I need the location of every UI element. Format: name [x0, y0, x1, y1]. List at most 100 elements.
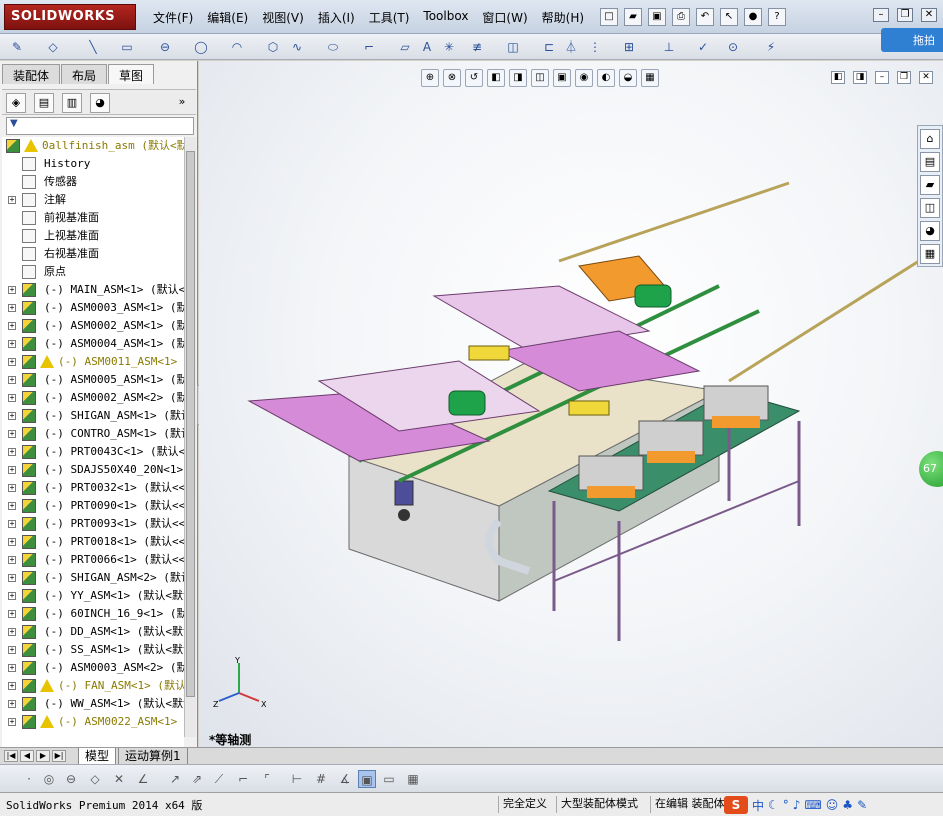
next-tab-icon[interactable]: ▶	[36, 750, 50, 762]
expand-icon[interactable]: +	[8, 304, 16, 312]
table-icon[interactable]: ▦	[404, 770, 422, 788]
view-palette-icon[interactable]: ◫	[920, 198, 940, 218]
rapid-sketch-icon[interactable]: ⚡	[762, 38, 780, 56]
tree-vertical-scrollbar[interactable]	[184, 137, 196, 737]
window-split-icon[interactable]: ▭	[380, 770, 398, 788]
expand-icon[interactable]: +	[8, 484, 16, 492]
tree-item[interactable]: + 注解	[2, 191, 184, 209]
tree-item[interactable]: + (-) ASM0002_ASM<2> (默认	[2, 389, 184, 407]
solidworks-logo[interactable]: SOLIDWORKS	[4, 4, 136, 30]
tree-item[interactable]: + (-) ASM0003_ASM<1> (默认	[2, 299, 184, 317]
print-icon[interactable]: ⎙	[672, 8, 690, 26]
expand-icon[interactable]: +	[8, 520, 16, 528]
tree-item[interactable]: 传感器	[2, 173, 184, 191]
expand-icon[interactable]: +	[8, 358, 16, 366]
cross-icon[interactable]: ✕	[110, 770, 128, 788]
tree-item[interactable]: 原点	[2, 263, 184, 281]
spline-icon[interactable]: ∿	[288, 38, 306, 56]
tree-item[interactable]: + (-) ASM0002_ASM<1> (默认	[2, 317, 184, 335]
menu-window[interactable]: 窗口(W)	[475, 9, 534, 26]
fillet-icon[interactable]: ⌐	[360, 38, 378, 56]
assembly-model[interactable]	[199, 61, 943, 747]
expand-icon[interactable]: +	[8, 718, 16, 726]
previous-tab-icon[interactable]: ◀	[20, 750, 34, 762]
wrench-icon[interactable]: ✎	[857, 798, 867, 812]
undo-icon[interactable]: ↶	[696, 8, 714, 26]
expand-icon[interactable]: +	[8, 628, 16, 636]
bracket-icon[interactable]: ⌜	[258, 770, 276, 788]
polygon-icon[interactable]: ⬡	[264, 38, 282, 56]
extend-icon[interactable]: ⟋	[210, 770, 228, 788]
expand-icon[interactable]: +	[8, 466, 16, 474]
move-icon[interactable]: ↗	[166, 770, 184, 788]
sketch-icon[interactable]: ✎	[8, 38, 26, 56]
design-library-icon[interactable]: ▤	[920, 152, 940, 172]
diamond-icon[interactable]: ◇	[86, 770, 104, 788]
first-tab-icon[interactable]: |◀	[4, 750, 18, 762]
tree-item[interactable]: History	[2, 155, 184, 173]
linear-pattern-icon[interactable]: ⋮	[586, 38, 604, 56]
tab-model[interactable]: 模型	[78, 748, 117, 765]
expand-icon[interactable]: +	[8, 286, 16, 294]
tree-item[interactable]: + (-) MAIN_ASM<1> (默认<默	[2, 281, 184, 299]
punctuation-icon[interactable]: °	[783, 798, 789, 812]
expand-icon[interactable]: +	[8, 592, 16, 600]
quick-snaps-icon[interactable]: ⊙	[724, 38, 742, 56]
tree-item[interactable]: + (-) YY_ASM<1> (默认<默认	[2, 587, 184, 605]
tree-filter-input[interactable]: ▼	[6, 117, 194, 135]
appearances-icon[interactable]: ◕	[920, 221, 940, 241]
offset-entities-icon[interactable]: ⊏	[540, 38, 558, 56]
expand-icon[interactable]: +	[8, 196, 16, 204]
copy-icon[interactable]: ⇗	[188, 770, 206, 788]
tree-item[interactable]: + (-) ASM0022_ASM<1> (	[2, 713, 184, 731]
custom-properties-icon[interactable]: ▦	[920, 244, 940, 264]
expand-icon[interactable]: +	[8, 502, 16, 510]
microphone-icon[interactable]: ♪	[793, 798, 801, 812]
user-icon[interactable]: ☺	[826, 798, 839, 812]
appearance-manager-icon[interactable]: ◕	[90, 93, 110, 113]
expand-icon[interactable]: +	[8, 610, 16, 618]
circle-icon[interactable]: ◯	[192, 38, 210, 56]
expand-icon[interactable]: +	[8, 340, 16, 348]
tab-motion-study[interactable]: 运动算例1	[118, 748, 188, 765]
tree-item[interactable]: + (-) 60INCH_16_9<1> (默认	[2, 605, 184, 623]
graphics-viewport[interactable]: ⊕ ⊗ ↺ ◧ ◨ ◫ ▣ ◉ ◐ ◒ ▦ ◧ ◨ – ❐ ✕ Y X Z *等…	[199, 61, 943, 747]
polygon-icon[interactable]: ⊖	[62, 770, 80, 788]
tab-layout[interactable]: 布局	[61, 64, 108, 84]
slot-icon[interactable]: ⊖	[156, 38, 174, 56]
home-icon[interactable]: ⌂	[920, 129, 940, 149]
corner-icon[interactable]: ⌐	[234, 770, 252, 788]
dimension-icon[interactable]: ⊢	[288, 770, 306, 788]
menu-file[interactable]: 文件(F)	[146, 9, 200, 26]
ime-language[interactable]: 中	[752, 797, 764, 814]
tree-item[interactable]: + (-) PRT0090<1> (默认<<默	[2, 497, 184, 515]
angle-icon[interactable]: ∠	[134, 770, 152, 788]
repair-sketch-icon[interactable]: ✓	[694, 38, 712, 56]
ellipse-icon[interactable]: ⬭	[324, 38, 342, 56]
open-folder-icon[interactable]: ▰	[624, 8, 642, 26]
rebuild-icon[interactable]: ●	[744, 8, 762, 26]
menu-tools[interactable]: 工具(T)	[362, 9, 417, 26]
configuration-manager-icon[interactable]: ▥	[62, 93, 82, 113]
tree-item[interactable]: + (-) PRT0043C<1> (默认<<	[2, 443, 184, 461]
convert-entities-icon[interactable]: ◫	[504, 38, 522, 56]
expand-icon[interactable]: +	[8, 412, 16, 420]
expand-icon[interactable]: +	[8, 574, 16, 582]
menu-insert[interactable]: 插入(I)	[311, 9, 362, 26]
arc-icon[interactable]: ◠	[228, 38, 246, 56]
tree-item[interactable]: + (-) SHIGAN_ASM<1> (默认	[2, 407, 184, 425]
tree-item[interactable]: + (-) CONTRO_ASM<1> (默认	[2, 425, 184, 443]
expand-icon[interactable]: +	[8, 322, 16, 330]
text-icon[interactable]: A	[418, 38, 436, 56]
tree-item[interactable]: 右视基准面	[2, 245, 184, 263]
expand-icon[interactable]: +	[8, 430, 16, 438]
help-icon[interactable]: ?	[768, 8, 786, 26]
expand-icon[interactable]: +	[8, 646, 16, 654]
expand-chevron-icon[interactable]: »	[172, 93, 192, 113]
tab-assembly[interactable]: 装配体	[2, 64, 61, 84]
expand-icon[interactable]: +	[8, 682, 16, 690]
tree-item[interactable]: + (-) ASM0011_ASM<1> (	[2, 353, 184, 371]
tree-item[interactable]: 上视基准面	[2, 227, 184, 245]
ime-logo[interactable]: S	[724, 796, 748, 814]
grid-icon[interactable]: #	[312, 770, 330, 788]
